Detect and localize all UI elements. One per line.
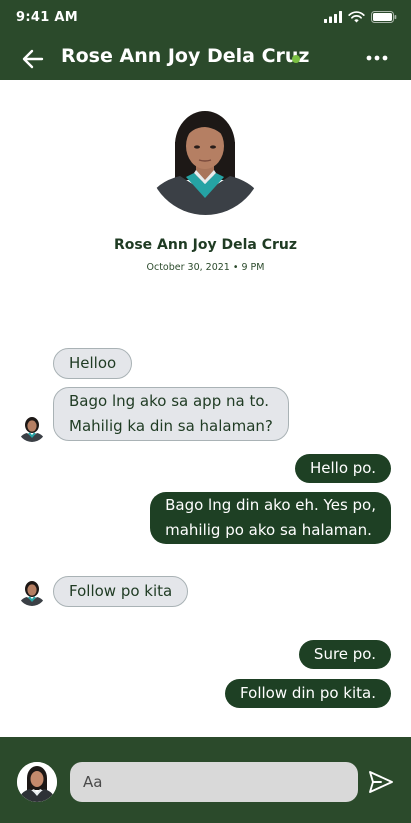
online-status-dot [292,55,300,63]
message-text: Follow din po kita. [240,684,376,702]
back-arrow-icon[interactable] [20,46,46,72]
profile-name: Rose Ann Joy Dela Cruz [113,237,298,253]
message-text-line: mahilig po ako sa halaman. [165,521,372,539]
message-incoming[interactable]: Helloo [53,348,133,379]
message-outgoing[interactable]: Follow din po kita. [225,679,391,708]
status-icons [324,11,397,23]
chat-title[interactable]: Rose Ann Joy Dela Cruz [61,45,310,67]
user-avatar[interactable] [17,762,57,802]
message-text-line: Bago lng ako sa app na to. [69,392,270,410]
contact-avatar[interactable] [18,414,46,442]
message-text-line: Mahilig ka din sa halaman? [69,417,273,435]
profile-photo[interactable] [148,100,263,215]
send-icon[interactable] [367,768,395,796]
message-input[interactable] [70,762,358,802]
message-text: Follow po kita [69,582,173,600]
status-time: 9:41 AM [16,10,78,25]
message-text: Helloo [69,354,117,372]
contact-avatar[interactable] [18,578,46,606]
conversation-start-date: October 30, 2021 • 9 PM [146,262,265,273]
signal-icon [324,11,342,23]
battery-icon [371,11,397,23]
message-text-line: Bago lng din ako eh. Yes po, [165,496,376,514]
message-outgoing[interactable]: Sure po. [298,640,391,669]
message-outgoing[interactable]: Hello po. [295,454,391,483]
status-bar: 9:41 AM [0,0,411,36]
message-text: Hello po. [310,459,376,477]
title-bar: Rose Ann Joy Dela Cruz [0,36,411,80]
chat-header: 9:41 AM Rose Ann Joy Dela Cruz [0,0,411,80]
message-incoming[interactable]: Bago lng ako sa app na to. Mahilig ka di… [53,387,289,441]
message-composer [0,737,411,823]
message-outgoing[interactable]: Bago lng din ako eh. Yes po, mahilig po … [150,492,391,544]
message-incoming[interactable]: Follow po kita [53,576,189,607]
more-options-icon[interactable] [365,49,389,67]
wifi-icon [348,11,365,23]
message-text: Sure po. [313,645,376,663]
chat-screen: 9:41 AM Rose Ann Joy Dela Cruz Rose Ann … [0,0,411,823]
